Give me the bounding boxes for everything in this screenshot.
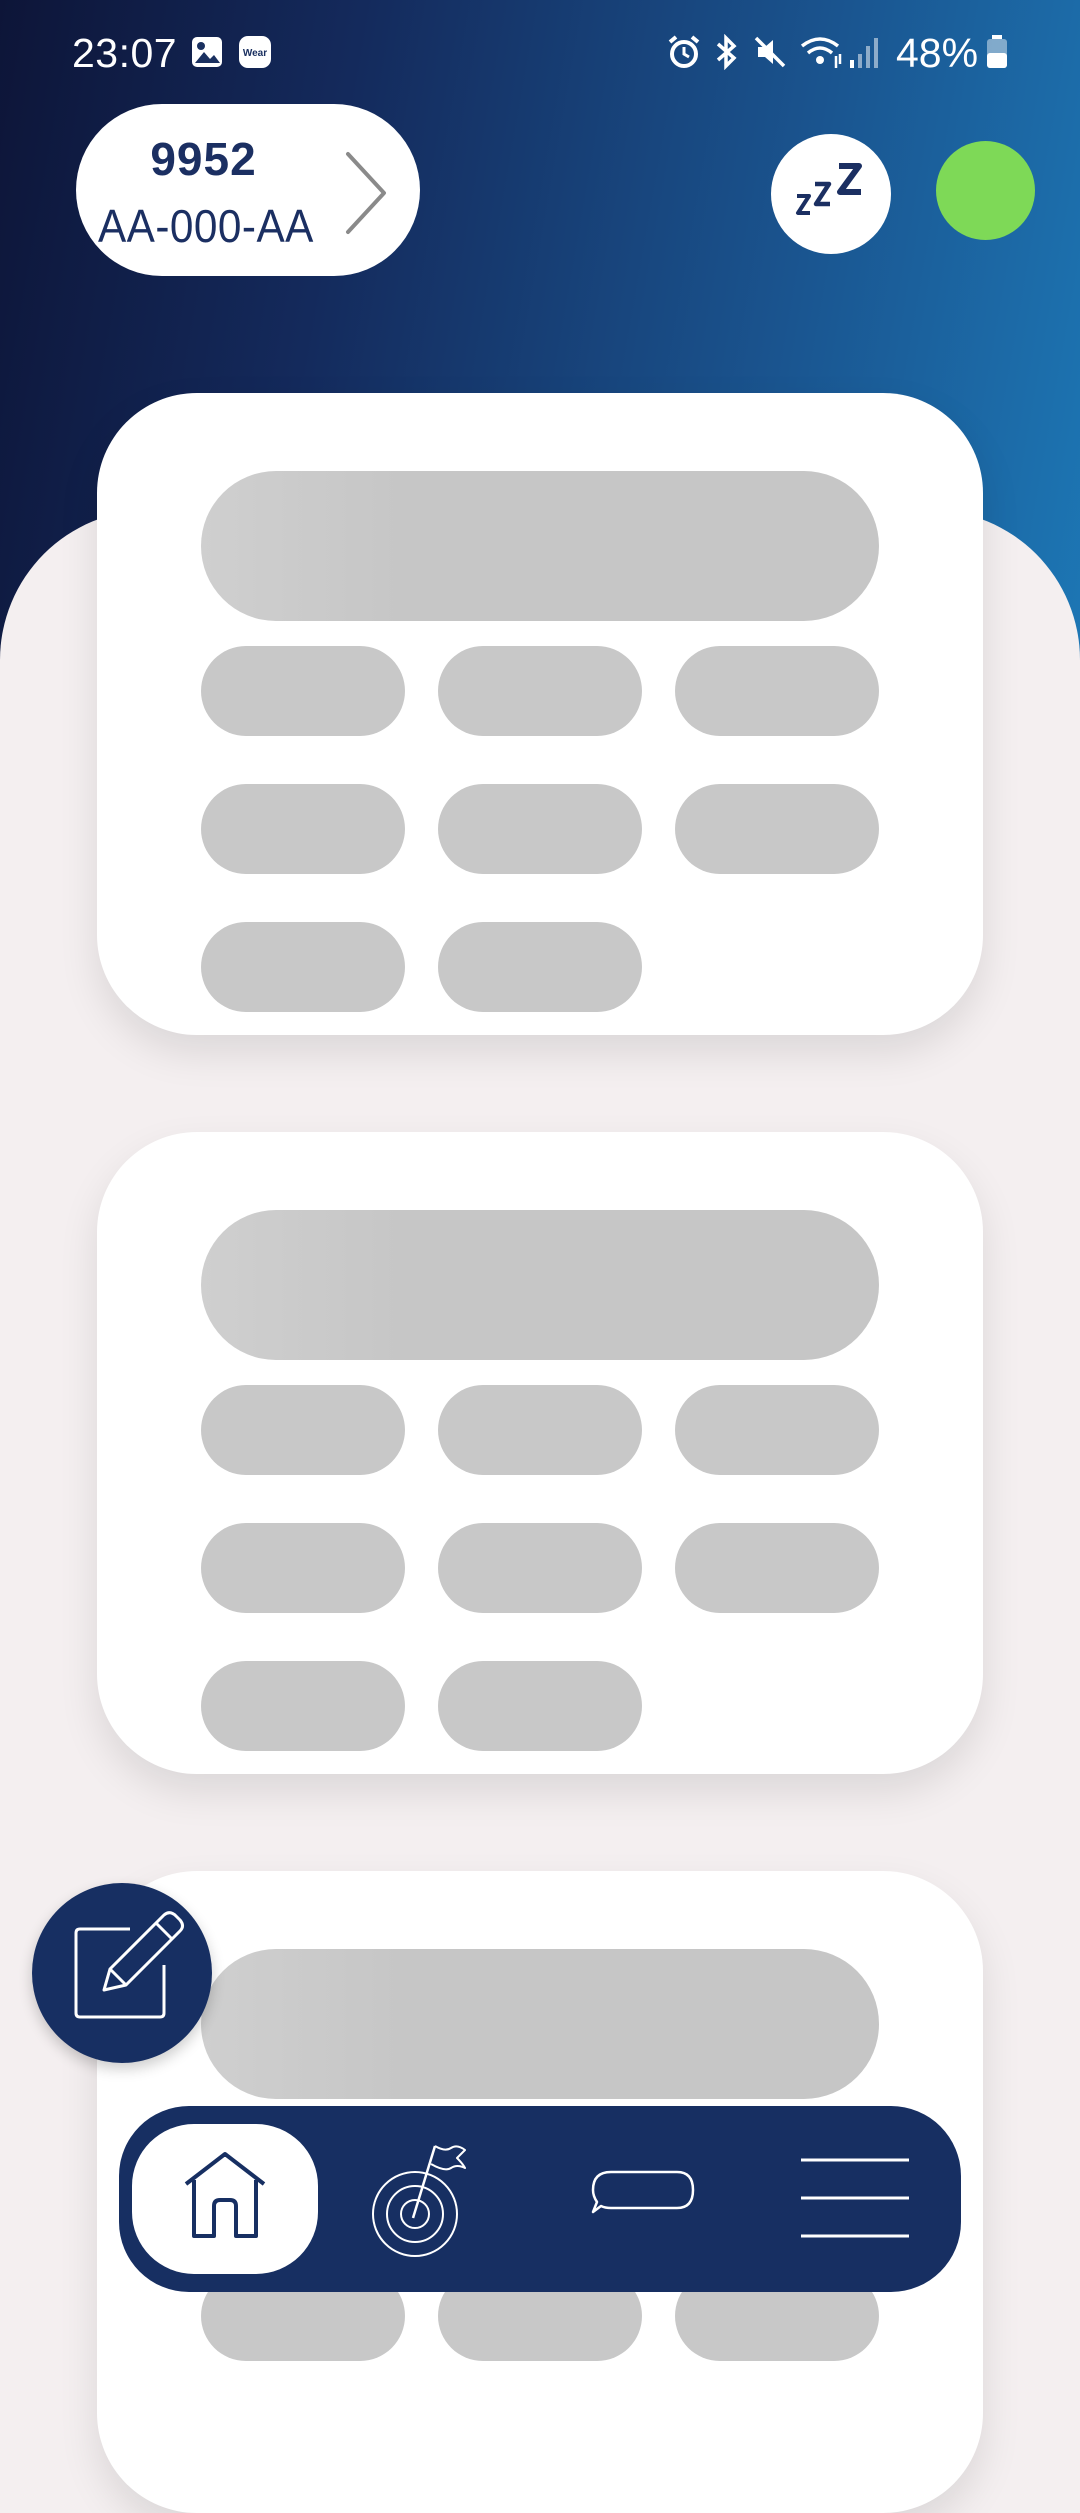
vehicle-plate: AA-000-AA xyxy=(98,200,314,252)
bottom-navigation xyxy=(119,2106,961,2292)
target-flag-icon xyxy=(372,2145,466,2257)
alarm-icon xyxy=(666,34,702,80)
skeleton-pill xyxy=(438,784,642,874)
nav-menu[interactable] xyxy=(799,2156,911,2245)
skeleton-pill xyxy=(438,1661,642,1751)
chat-icon xyxy=(591,2170,695,2214)
wear-icon: Wear xyxy=(238,34,272,79)
skeleton-pill xyxy=(675,1523,879,1613)
signal-icon xyxy=(848,34,882,80)
home-icon xyxy=(184,2152,266,2238)
status-time: 23:07 xyxy=(72,30,178,76)
nav-messages[interactable] xyxy=(589,2166,699,2231)
skeleton-pill xyxy=(201,784,405,874)
bluetooth-icon xyxy=(710,33,742,80)
vehicle-selector[interactable]: 9952 AA-000-AA xyxy=(76,104,420,276)
battery-percentage: 48% xyxy=(896,30,979,76)
loading-card xyxy=(97,1132,983,1774)
nav-home[interactable] xyxy=(132,2124,318,2274)
gallery-icon xyxy=(190,34,224,79)
skeleton-pill xyxy=(438,646,642,736)
skeleton-pill xyxy=(201,1523,405,1613)
skeleton-title xyxy=(201,471,879,621)
loading-card xyxy=(97,393,983,1035)
wifi-icon xyxy=(800,34,844,80)
vehicle-id: 9952 xyxy=(150,133,257,185)
skeleton-pill xyxy=(438,1523,642,1613)
skeleton-pill xyxy=(438,922,642,1012)
zzz-icon xyxy=(796,163,862,215)
skeleton-pill xyxy=(438,1385,642,1475)
skeleton-pill xyxy=(201,922,405,1012)
battery-icon xyxy=(985,34,1009,80)
skeleton-pill xyxy=(201,1661,405,1751)
chevron-right-icon xyxy=(344,150,388,241)
skeleton-pill xyxy=(675,784,879,874)
skeleton-pill xyxy=(201,1385,405,1475)
skeleton-pill xyxy=(675,646,879,736)
skeleton-pill xyxy=(201,646,405,736)
svg-text:Wear: Wear xyxy=(243,48,267,59)
menu-icon xyxy=(801,2158,909,2238)
nav-goals[interactable] xyxy=(365,2142,485,2267)
sleep-button[interactable] xyxy=(771,134,891,254)
status-bar: 23:07 Wear 48% xyxy=(0,0,1080,105)
edit-note-icon xyxy=(74,1911,184,2019)
skeleton-title xyxy=(201,1210,879,1360)
skeleton-title xyxy=(201,1949,879,2099)
skeleton-pill xyxy=(675,1385,879,1475)
mute-icon xyxy=(752,34,788,80)
connection-status-indicator xyxy=(936,141,1035,240)
edit-button[interactable] xyxy=(32,1883,212,2063)
